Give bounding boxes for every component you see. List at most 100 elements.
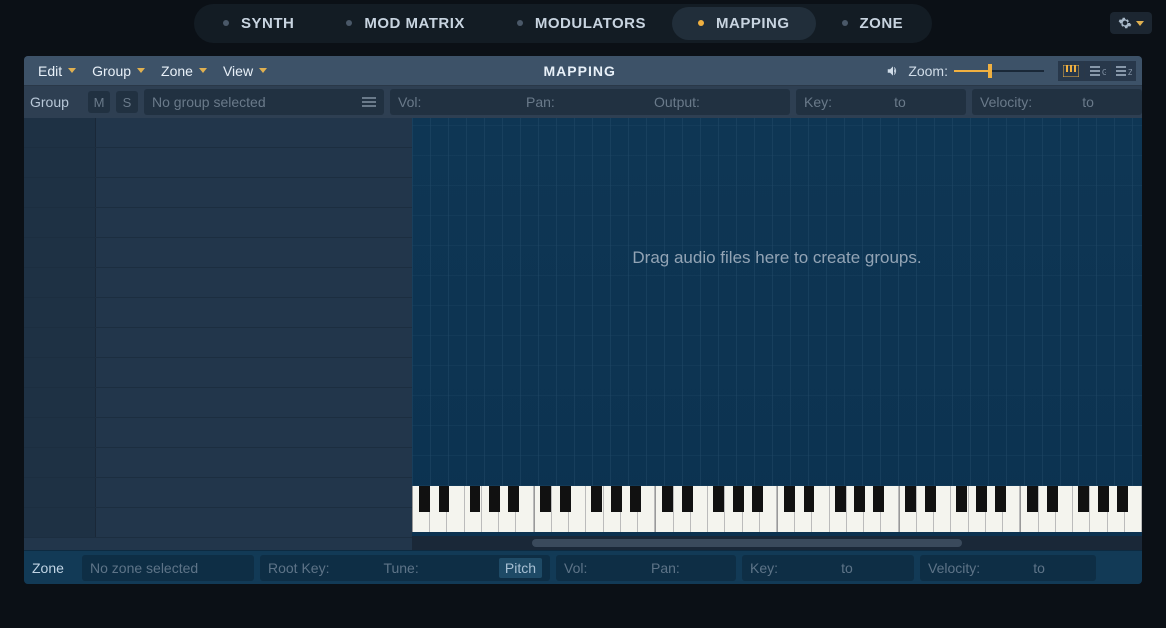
group-output-label[interactable]: Output: [654, 94, 782, 110]
tab-mod-matrix[interactable]: MOD MATRIX [320, 7, 491, 40]
keymap-icon [1063, 65, 1079, 77]
zone-vol-label[interactable]: Vol: [564, 560, 641, 576]
black-key[interactable] [508, 486, 519, 512]
sidebar-row[interactable] [24, 118, 412, 148]
black-key[interactable] [419, 486, 430, 512]
view-zone-list-button[interactable]: Z [1110, 61, 1136, 81]
sidebar-row[interactable] [24, 388, 412, 418]
menu-view[interactable]: View [215, 59, 275, 83]
black-key[interactable] [995, 486, 1006, 512]
zoom-slider[interactable] [954, 64, 1044, 78]
black-key[interactable] [560, 486, 571, 512]
black-key[interactable] [873, 486, 884, 512]
black-key[interactable] [1047, 486, 1058, 512]
sidebar-row[interactable] [24, 508, 412, 538]
black-key[interactable] [854, 486, 865, 512]
piano-octave[interactable]: C0 [412, 486, 534, 532]
sidebar-row[interactable] [24, 328, 412, 358]
white-key[interactable] [1056, 486, 1073, 532]
black-key[interactable] [540, 486, 551, 512]
zone-pan-label[interactable]: Pan: [651, 560, 728, 576]
drop-hint: Drag audio files here to create groups. [412, 248, 1142, 268]
sidebar-row[interactable] [24, 448, 412, 478]
black-key[interactable] [470, 486, 481, 512]
sidebar-row[interactable] [24, 238, 412, 268]
black-key[interactable] [733, 486, 744, 512]
group-key-range[interactable]: Key: to [796, 89, 966, 115]
black-key[interactable] [1078, 486, 1089, 512]
sidebar-row[interactable] [24, 178, 412, 208]
menu-edit[interactable]: Edit [30, 59, 84, 83]
white-key[interactable] [691, 486, 708, 532]
panel-title: MAPPING [275, 63, 884, 79]
white-key[interactable] [812, 486, 829, 532]
zone-selector[interactable]: No zone selected [82, 555, 254, 581]
zone-rootkey-label[interactable]: Root Key: [268, 560, 373, 576]
top-nav: SYNTH MOD MATRIX MODULATORS MAPPING ZONE [0, 0, 1166, 46]
black-key[interactable] [976, 486, 987, 512]
sidebar-row[interactable] [24, 418, 412, 448]
black-key[interactable] [1027, 486, 1038, 512]
zone-key-range[interactable]: Key: to [742, 555, 914, 581]
black-key[interactable] [662, 486, 673, 512]
zoom-thumb[interactable] [988, 64, 992, 78]
black-key[interactable] [439, 486, 450, 512]
view-group-list-button[interactable]: G [1084, 61, 1110, 81]
piano-octave[interactable]: C5 [1020, 486, 1142, 532]
speaker-icon[interactable] [884, 64, 902, 78]
piano-octave[interactable]: C3 [777, 486, 899, 532]
group-vol-label[interactable]: Vol: [398, 94, 526, 110]
black-key[interactable] [956, 486, 967, 512]
black-key[interactable] [682, 486, 693, 512]
black-key[interactable] [925, 486, 936, 512]
group-pan-label[interactable]: Pan: [526, 94, 654, 110]
white-key[interactable] [934, 486, 951, 532]
group-selector[interactable]: No group selected [144, 89, 384, 115]
menu-group[interactable]: Group [84, 59, 153, 83]
sidebar-row[interactable] [24, 208, 412, 238]
tab-modulators[interactable]: MODULATORS [491, 7, 672, 40]
menu-zone[interactable]: Zone [153, 59, 215, 83]
tab-label: ZONE [860, 15, 904, 32]
sidebar-row[interactable] [24, 358, 412, 388]
black-key[interactable] [905, 486, 916, 512]
black-key[interactable] [1098, 486, 1109, 512]
black-key[interactable] [804, 486, 815, 512]
tab-zone[interactable]: ZONE [816, 7, 930, 40]
piano-keyboard[interactable]: C0C1C2C3C4C5 [412, 486, 1142, 532]
piano-octave[interactable]: C1 [534, 486, 656, 532]
black-key[interactable] [713, 486, 724, 512]
sidebar-row[interactable] [24, 298, 412, 328]
zone-pitch-button[interactable]: Pitch [499, 558, 542, 578]
scrollbar-thumb[interactable] [532, 539, 962, 547]
sidebar-row[interactable] [24, 268, 412, 298]
white-key[interactable] [569, 486, 586, 532]
horizontal-scrollbar[interactable] [412, 536, 1142, 550]
white-key[interactable] [447, 486, 464, 532]
menu-label: Group [92, 63, 131, 79]
mute-button[interactable]: M [88, 91, 110, 113]
menu-label: Zone [161, 63, 193, 79]
key-mapping-area[interactable]: Drag audio files here to create groups. … [412, 118, 1142, 550]
zone-tune-label[interactable]: Tune: [383, 560, 488, 576]
group-velocity-range[interactable]: Velocity: to [972, 89, 1142, 115]
tab-synth[interactable]: SYNTH [197, 7, 320, 40]
black-key[interactable] [835, 486, 846, 512]
zone-velocity-range[interactable]: Velocity: to [920, 555, 1096, 581]
solo-button[interactable]: S [116, 91, 138, 113]
black-key[interactable] [630, 486, 641, 512]
piano-octave[interactable]: C2 [655, 486, 777, 532]
sidebar-row[interactable] [24, 148, 412, 178]
piano-octave[interactable]: C4 [899, 486, 1021, 532]
black-key[interactable] [591, 486, 602, 512]
black-key[interactable] [752, 486, 763, 512]
black-key[interactable] [1117, 486, 1128, 512]
black-key[interactable] [784, 486, 795, 512]
chevron-down-icon [199, 68, 207, 73]
sidebar-row[interactable] [24, 478, 412, 508]
tab-mapping[interactable]: MAPPING [672, 7, 816, 40]
settings-button[interactable] [1110, 12, 1152, 34]
view-keymap-button[interactable] [1058, 61, 1084, 81]
black-key[interactable] [611, 486, 622, 512]
black-key[interactable] [489, 486, 500, 512]
